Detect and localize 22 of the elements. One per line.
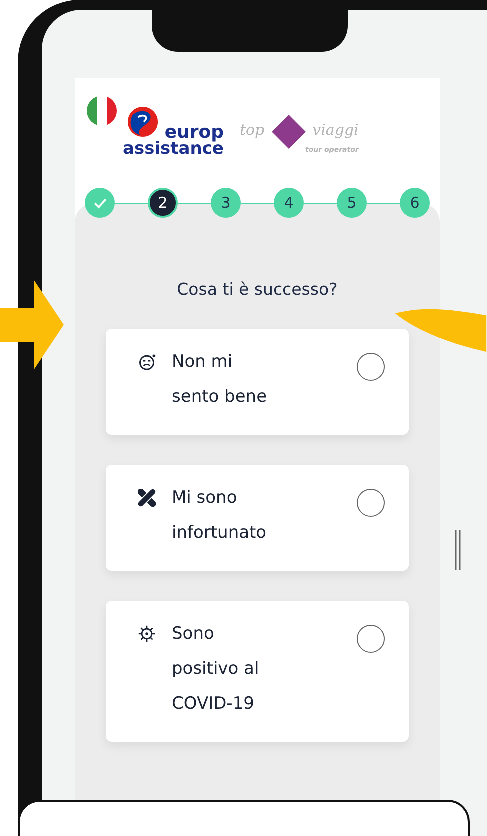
step-circle[interactable]: 6	[400, 188, 430, 218]
option-label: Mi sono infortunato	[172, 487, 268, 545]
option-label: Sono positivo al COVID-19	[172, 623, 260, 716]
flag-icon	[87, 96, 117, 126]
option-card[interactable]: Mi sono infortunato	[106, 465, 409, 571]
check-icon	[94, 198, 106, 208]
step-circle[interactable]: 5	[337, 188, 367, 218]
radio-button[interactable]	[357, 489, 385, 517]
sick-face-icon	[138, 353, 156, 371]
bandage-icon	[138, 489, 156, 507]
option-card[interactable]: Non mi sento bene	[106, 329, 409, 435]
virus-icon	[138, 625, 156, 643]
option-card[interactable]: Sono positivo al COVID-19	[106, 601, 409, 742]
step-circle[interactable]: 3	[211, 188, 241, 218]
step-circle[interactable]: 4	[274, 188, 304, 218]
option-label: Non mi sento bene	[172, 351, 268, 409]
arrow-icon	[0, 280, 64, 370]
question-title: Cosa ti è successo?	[176, 280, 339, 299]
radio-button[interactable]	[357, 353, 385, 381]
radio-button[interactable]	[357, 625, 385, 653]
step-circle[interactable]: 2	[148, 188, 178, 218]
resize-handle-icon	[454, 530, 462, 570]
